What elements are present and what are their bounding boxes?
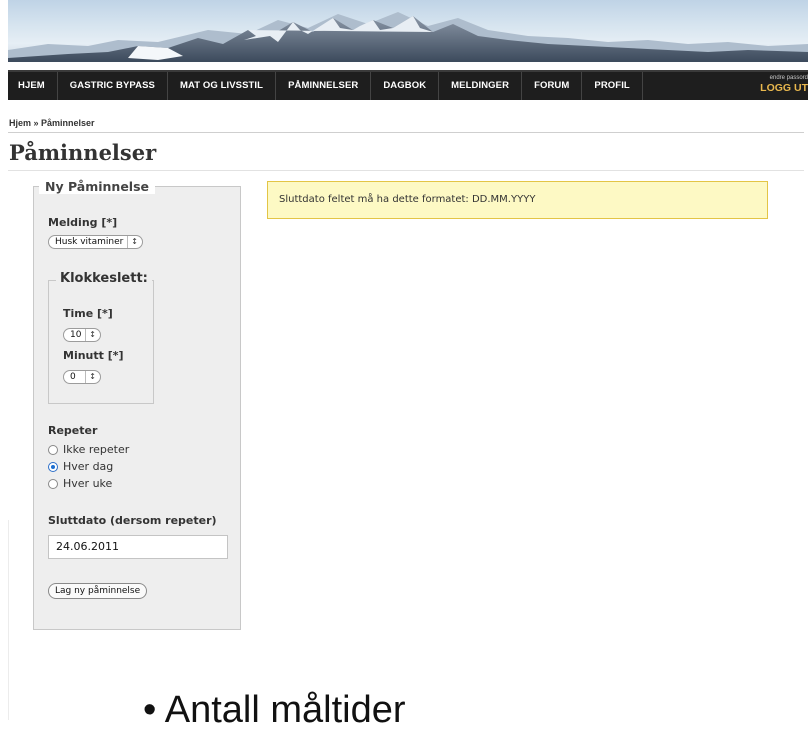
melding-select-value: Husk vitaminer xyxy=(55,237,124,247)
new-reminder-form xyxy=(33,186,241,630)
form-legend: Ny Påminnelse xyxy=(39,179,156,194)
change-password-link[interactable]: endre passord xyxy=(760,75,808,82)
klokkeslett-fieldset xyxy=(48,280,154,404)
melding-select[interactable]: Husk vitaminer ↕ xyxy=(48,235,143,249)
page-title: Påminnelser xyxy=(9,140,157,165)
sluttdato-input[interactable]: 24.06.2011 xyxy=(48,535,228,559)
create-reminder-button[interactable]: Lag ny påminnelse xyxy=(48,583,148,599)
radio-hver-dag[interactable]: Hver dag xyxy=(48,460,113,473)
klokkeslett-legend: Klokkeslett: xyxy=(56,271,152,286)
time-select[interactable]: 10 ↕ xyxy=(63,328,101,342)
radio-button-icon[interactable] xyxy=(48,444,58,455)
breadcrumb[interactable]: Hjem » Påminnelser xyxy=(9,118,95,128)
radio-button-selected-icon[interactable] xyxy=(48,461,58,472)
minutt-select-value: 0 xyxy=(70,372,76,382)
time-label: Time [*] xyxy=(63,307,113,320)
main-nav: HJEM GASTRIC BYPASS MAT OG LIVSSTIL PÅMI… xyxy=(8,70,808,100)
select-arrows-icon: ↕ xyxy=(85,371,96,383)
slide-bullet-text: • Antall måltider xyxy=(143,689,406,731)
divider xyxy=(8,170,804,171)
divider xyxy=(8,520,9,720)
repeter-label: Repeter xyxy=(48,424,98,437)
sluttdato-label: Sluttdato (dersom repeter) xyxy=(48,514,217,527)
nav-item-meldinger[interactable]: MELDINGER xyxy=(439,72,523,100)
time-select-value: 10 xyxy=(70,330,82,340)
radio-ikke-repeter[interactable]: Ikke repeter xyxy=(48,443,129,456)
mountain-banner-image xyxy=(8,12,808,62)
nav-item-forum[interactable]: FORUM xyxy=(522,72,583,100)
radio-button-icon[interactable] xyxy=(48,478,58,489)
radio-label: Hver dag xyxy=(63,460,114,473)
nav-item-profil[interactable]: PROFIL xyxy=(582,72,643,100)
nav-item-dagbok[interactable]: DAGBOK xyxy=(371,72,440,100)
nav-item-mat-og-livsstil[interactable]: MAT OG LIVSSTIL xyxy=(168,72,277,100)
minutt-select[interactable]: 0 ↕ xyxy=(63,370,101,384)
radio-label: Hver uke xyxy=(63,477,113,490)
radio-hver-uke[interactable]: Hver uke xyxy=(48,477,112,490)
minutt-label: Minutt [*] xyxy=(63,349,124,362)
nav-item-hjem[interactable]: HJEM xyxy=(8,72,58,100)
divider xyxy=(8,132,804,133)
user-box: endre passord LOGG UT xyxy=(760,75,808,94)
nav-item-paminnelser[interactable]: PÅMINNELSER xyxy=(276,72,372,100)
validation-message: Sluttdato feltet må ha dette formatet: D… xyxy=(267,181,768,219)
nav-item-gastric-bypass[interactable]: GASTRIC BYPASS xyxy=(58,72,168,100)
radio-label: Ikke repeter xyxy=(63,443,130,456)
header-banner xyxy=(8,0,808,62)
select-arrows-icon: ↕ xyxy=(127,236,138,248)
melding-label: Melding [*] xyxy=(48,216,118,229)
logout-link[interactable]: LOGG UT xyxy=(760,82,808,94)
select-arrows-icon: ↕ xyxy=(85,329,96,341)
